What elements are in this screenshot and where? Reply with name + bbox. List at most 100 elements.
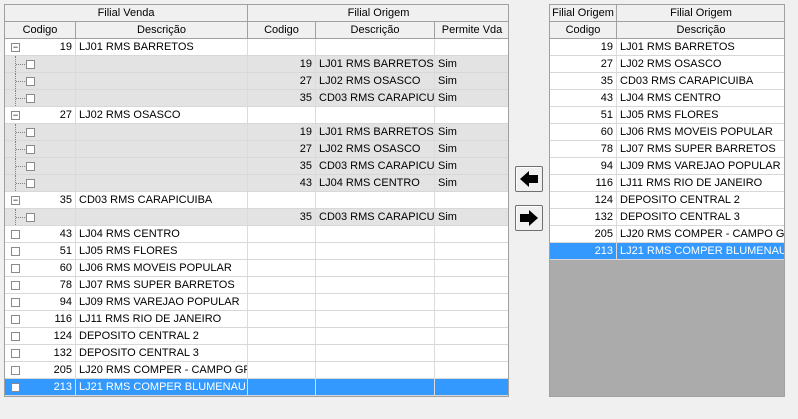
table-row[interactable]: 205LJ20 RMS COMPER - CAMPO GRANDE [550, 226, 784, 243]
table-row[interactable]: 60 LJ06 RMS MOVEIS POPULAR [550, 124, 784, 141]
row-checkbox[interactable] [11, 349, 20, 358]
row-checkbox[interactable] [11, 315, 20, 324]
child-row[interactable]: 43 LJ04 RMS CENTRO Sim [5, 175, 508, 192]
row-checkbox[interactable] [26, 128, 35, 137]
cell-permite: Sim [435, 175, 508, 191]
cell-codigo: 205 [550, 226, 617, 242]
collapse-icon[interactable]: − [11, 43, 20, 52]
row-checkbox[interactable] [26, 145, 35, 154]
cell-descricao: LJ20 RMS COMPER - CAMPO GRANDE [617, 226, 784, 242]
cell-descricao [76, 56, 248, 72]
move-right-button[interactable] [515, 205, 543, 231]
table-row[interactable]: 43 LJ04 RMS CENTRO [5, 226, 508, 243]
col-header-descricao-origem[interactable]: Descrição [316, 22, 435, 39]
child-row[interactable]: 19 LJ01 RMS BARRETOS Sim [5, 124, 508, 141]
child-row[interactable]: 27 LJ02 RMS OSASCO Sim [5, 141, 508, 158]
row-checkbox[interactable] [11, 281, 20, 290]
row-checkbox[interactable] [11, 332, 20, 341]
cell-descricao: LJ07 RMS SUPER BARRETOS [617, 141, 784, 157]
collapse-icon[interactable]: − [11, 196, 20, 205]
table-row[interactable]: 19 LJ01 RMS BARRETOS [550, 39, 784, 56]
cell-descricao: CD03 RMS CARAPICUIBA [76, 192, 248, 208]
table-row[interactable]: 213 LJ21 RMS COMPER BLUMENAU [5, 379, 508, 396]
cell-descricao: LJ21 RMS COMPER BLUMENAU [617, 243, 784, 259]
child-row[interactable]: 35CD03 RMS CARAPICUIBASim [5, 158, 508, 175]
cell-permite [435, 379, 508, 395]
cell-descricao: LJ01 RMS BARRETOS [617, 39, 784, 55]
cell-descricao [76, 141, 248, 157]
row-checkbox[interactable] [11, 264, 20, 273]
table-row[interactable]: 51 LJ05 RMS FLORES [5, 243, 508, 260]
cell-permite: Sim [435, 90, 508, 106]
cell-permite [435, 192, 508, 208]
table-row[interactable]: 205LJ20 RMS COMPER - CAMPO GRANDE [5, 362, 508, 379]
table-row[interactable]: 94 LJ09 RMS VAREJAO POPULAR [5, 294, 508, 311]
row-checkbox[interactable] [26, 94, 35, 103]
cell-codigo: 19 [550, 39, 617, 55]
table-row[interactable]: 94 LJ09 RMS VAREJAO POPULAR [550, 158, 784, 175]
cell-codigo: 132 [550, 209, 617, 225]
table-row[interactable]: 124 DEPOSITO CENTRAL 2 [5, 328, 508, 345]
cell-descricao2 [316, 277, 435, 293]
table-row[interactable]: 51 LJ05 RMS FLORES [550, 107, 784, 124]
row-checkbox[interactable] [26, 60, 35, 69]
child-row[interactable]: 27 LJ02 RMS OSASCO Sim [5, 73, 508, 90]
table-row[interactable]: 132 DEPOSITO CENTRAL 3 [550, 209, 784, 226]
cell-codigo2: 35 [248, 90, 316, 106]
table-row[interactable]: 60 LJ06 RMS MOVEIS POPULAR [5, 260, 508, 277]
table-row[interactable]: 116 LJ11 RMS RIO DE JANEIRO [5, 311, 508, 328]
cell-codigo2: 35 [248, 158, 316, 174]
table-row[interactable]: 78 LJ07 RMS SUPER BARRETOS [550, 141, 784, 158]
col-header-descricao[interactable]: Descrição [76, 22, 248, 39]
tree-line [15, 73, 26, 89]
cell-descricao2: LJ02 RMS OSASCO [316, 141, 435, 157]
filial-origem-grid[interactable]: Filial Origem Filial Origem Codigo Descr… [549, 4, 785, 397]
cell-codigo2 [248, 328, 316, 344]
filial-venda-grid[interactable]: Filial Venda Filial Origem Codigo Descri… [4, 4, 509, 397]
cell-descricao: LJ11 RMS RIO DE JANEIRO [76, 311, 248, 327]
table-row[interactable]: 43 LJ04 RMS CENTRO [550, 90, 784, 107]
row-checkbox[interactable] [26, 77, 35, 86]
child-row[interactable]: 35CD03 RMS CARAPICUIBASim [5, 209, 508, 226]
table-row[interactable]: 27 LJ02 RMS OSASCO [550, 56, 784, 73]
table-row[interactable]: 27 LJ02 RMS OSASCO − [5, 107, 508, 124]
cell-codigo: 27 [550, 56, 617, 72]
table-row[interactable]: 19 LJ01 RMS BARRETOS − [5, 39, 508, 56]
collapse-icon[interactable]: − [11, 111, 20, 120]
table-row[interactable]: 116 LJ11 RMS RIO DE JANEIRO [550, 175, 784, 192]
col-header-codigo[interactable]: Codigo [550, 22, 617, 39]
move-left-button[interactable] [515, 166, 543, 192]
cell-descricao [76, 175, 248, 191]
cell-codigo: 43 [550, 90, 617, 106]
row-checkbox[interactable] [26, 213, 35, 222]
row-checkbox[interactable] [26, 179, 35, 188]
col-header-permite-vda[interactable]: Permite Vda [435, 22, 508, 39]
table-row[interactable]: 35 CD03 RMS CARAPICUIBA − [5, 192, 508, 209]
col-header-codigo-origem[interactable]: Codigo [248, 22, 316, 39]
cell-descricao2: CD03 RMS CARAPICUIBA [316, 158, 435, 174]
table-row[interactable]: 213 LJ21 RMS COMPER BLUMENAU [550, 243, 784, 260]
col-header-descricao[interactable]: Descrição [617, 22, 784, 39]
table-row[interactable]: 124 DEPOSITO CENTRAL 2 [550, 192, 784, 209]
table-row[interactable]: 78 LJ07 RMS SUPER BARRETOS [5, 277, 508, 294]
cell-descricao2 [316, 311, 435, 327]
row-checkbox[interactable] [11, 366, 20, 375]
row-checkbox[interactable] [11, 383, 20, 392]
cell-permite [435, 277, 508, 293]
row-checkbox[interactable] [11, 230, 20, 239]
row-checkbox[interactable] [11, 247, 20, 256]
table-row[interactable]: 132 DEPOSITO CENTRAL 3 [5, 345, 508, 362]
cell-descricao2 [316, 362, 435, 378]
col-header-codigo[interactable]: Codigo [5, 22, 76, 39]
row-checkbox[interactable] [26, 162, 35, 171]
child-row[interactable]: 35CD03 RMS CARAPICUIBASim [5, 90, 508, 107]
cell-descricao: LJ05 RMS FLORES [617, 107, 784, 123]
cell-descricao: LJ06 RMS MOVEIS POPULAR [76, 260, 248, 276]
cell-descricao: DEPOSITO CENTRAL 3 [617, 209, 784, 225]
cell-descricao: LJ01 RMS BARRETOS [76, 39, 248, 55]
cell-descricao2: LJ01 RMS BARRETOS [316, 56, 435, 72]
row-checkbox[interactable] [11, 298, 20, 307]
cell-codigo2 [248, 226, 316, 242]
child-row[interactable]: 19 LJ01 RMS BARRETOS Sim [5, 56, 508, 73]
table-row[interactable]: 35 CD03 RMS CARAPICUIBA [550, 73, 784, 90]
